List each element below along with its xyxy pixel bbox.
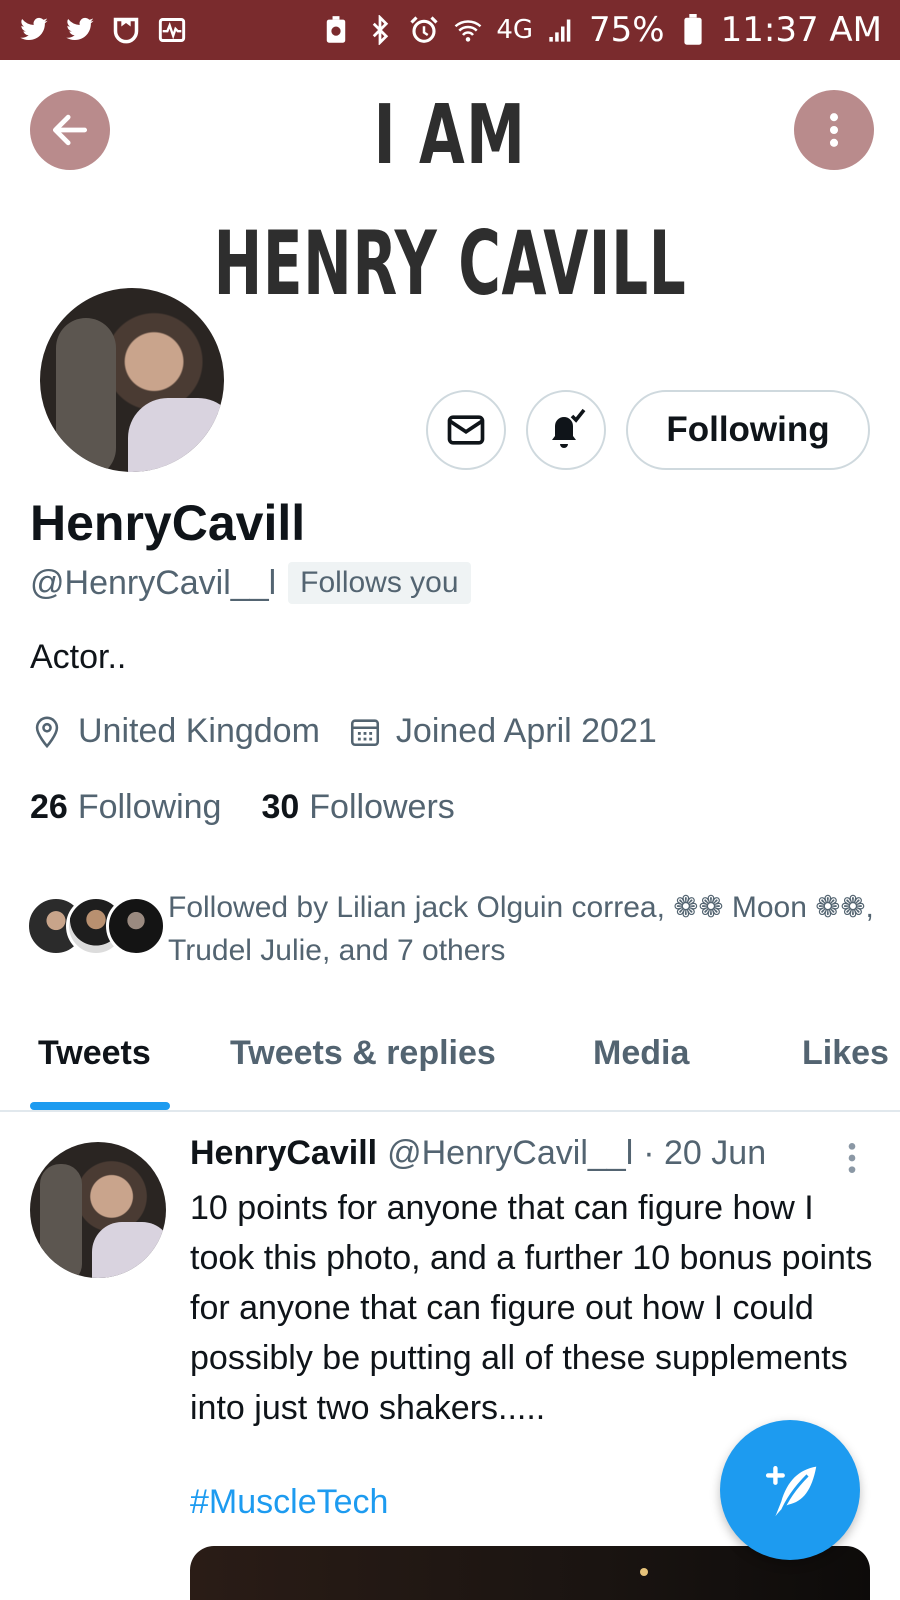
joined-item: Joined April 2021 — [348, 712, 657, 751]
following-button[interactable]: Following — [626, 390, 870, 470]
bell-check-icon — [552, 408, 586, 448]
tweet-author-name[interactable]: HenryCavill — [190, 1134, 377, 1173]
profile-meta: United Kingdom Joined April 2021 — [30, 712, 685, 751]
avatar-shirt — [128, 398, 224, 472]
location-pin-icon — [35, 716, 59, 748]
avatar-shirt — [92, 1222, 166, 1278]
joined-text: Joined April 2021 — [395, 712, 657, 750]
notification-icons — [18, 14, 188, 46]
following-count: 26 — [30, 788, 68, 826]
tab-likes[interactable]: Likes — [802, 1034, 889, 1073]
more-vertical-icon — [829, 113, 839, 147]
alarm-icon — [408, 14, 440, 46]
more-options-button[interactable] — [794, 90, 874, 170]
tab-media[interactable]: Media — [593, 1034, 689, 1073]
banner-text-line2: HENRY CAVILL — [213, 212, 687, 315]
activity-icon — [156, 14, 188, 46]
profile-tabs: Tweets Tweets & replies Media Likes — [0, 1000, 900, 1112]
profile-avatar[interactable] — [36, 284, 228, 476]
location-item: United Kingdom — [30, 712, 320, 751]
status-bar: 4G 75% 11:37 AM — [0, 0, 900, 60]
active-tab-indicator — [30, 1102, 170, 1110]
more-vertical-icon — [848, 1143, 856, 1173]
avatar-statue — [56, 318, 116, 472]
tweet-header: HenryCavill @HenryCavil__l · 20 Jun — [190, 1134, 766, 1173]
tweet-date: · 20 Jun — [643, 1134, 767, 1172]
followers-count-link[interactable]: 30 Followers — [261, 788, 454, 827]
notifications-button[interactable] — [526, 390, 606, 470]
followers-count: 30 — [261, 788, 300, 826]
follow-counts: 26 Following 30 Followers — [30, 788, 455, 827]
message-button[interactable] — [426, 390, 506, 470]
follower-avatar — [106, 896, 166, 956]
network-type: 4G — [496, 15, 534, 45]
tweet-avatar[interactable] — [30, 1142, 166, 1278]
signal-icon — [545, 14, 577, 46]
handle-row: @HenryCavil__l Follows you — [30, 562, 471, 604]
battery-icon — [677, 14, 709, 46]
avatar-statue — [40, 1164, 82, 1278]
battery-percent: 75% — [589, 10, 665, 50]
system-status: 4G 75% 11:37 AM — [320, 10, 882, 50]
shield-icon — [110, 14, 142, 46]
tweet-text: 10 points for anyone that can figure how… — [190, 1189, 873, 1427]
battery-saver-icon — [320, 14, 352, 46]
calendar-icon — [350, 718, 379, 746]
back-button[interactable] — [30, 90, 110, 170]
compose-tweet-button[interactable] — [720, 1420, 860, 1560]
mail-icon — [447, 415, 485, 445]
tweet-hashtag[interactable]: #MuscleTech — [190, 1483, 388, 1522]
followed-by-avatars — [26, 886, 166, 956]
follows-you-badge: Follows you — [288, 562, 471, 604]
location-text: United Kingdom — [78, 712, 320, 750]
profile-banner: I AM HENRY CAVILL — [0, 60, 900, 320]
clock: 11:37 AM — [720, 10, 882, 50]
banner-text-line1: I AM — [373, 88, 527, 183]
wifi-icon — [452, 14, 484, 46]
tab-tweets-replies[interactable]: Tweets & replies — [230, 1034, 496, 1073]
twitter-icon — [64, 14, 96, 46]
following-count-link[interactable]: 26 Following — [30, 788, 221, 827]
bluetooth-icon — [364, 14, 396, 46]
followed-by-text: Followed by Lilian jack Olguin correa, ❁… — [168, 891, 874, 967]
followers-label: Followers — [309, 788, 455, 826]
tab-tweets[interactable]: Tweets — [38, 1034, 151, 1073]
followed-by-row[interactable]: Followed by Lilian jack Olguin correa, ❁… — [26, 886, 886, 972]
profile-bio: Actor.. — [30, 638, 127, 676]
feather-plus-icon — [765, 1465, 817, 1517]
tweet-more-button[interactable] — [842, 1138, 862, 1178]
profile-handle: @HenryCavil__l — [30, 563, 277, 602]
media-light — [640, 1568, 648, 1576]
following-label: Following — [77, 788, 222, 826]
profile-display-name: HenryCavill — [30, 495, 306, 551]
tweet-author-handle: @HenryCavil__l — [387, 1134, 634, 1172]
twitter-icon — [18, 14, 50, 46]
arrow-left-icon — [52, 114, 88, 146]
